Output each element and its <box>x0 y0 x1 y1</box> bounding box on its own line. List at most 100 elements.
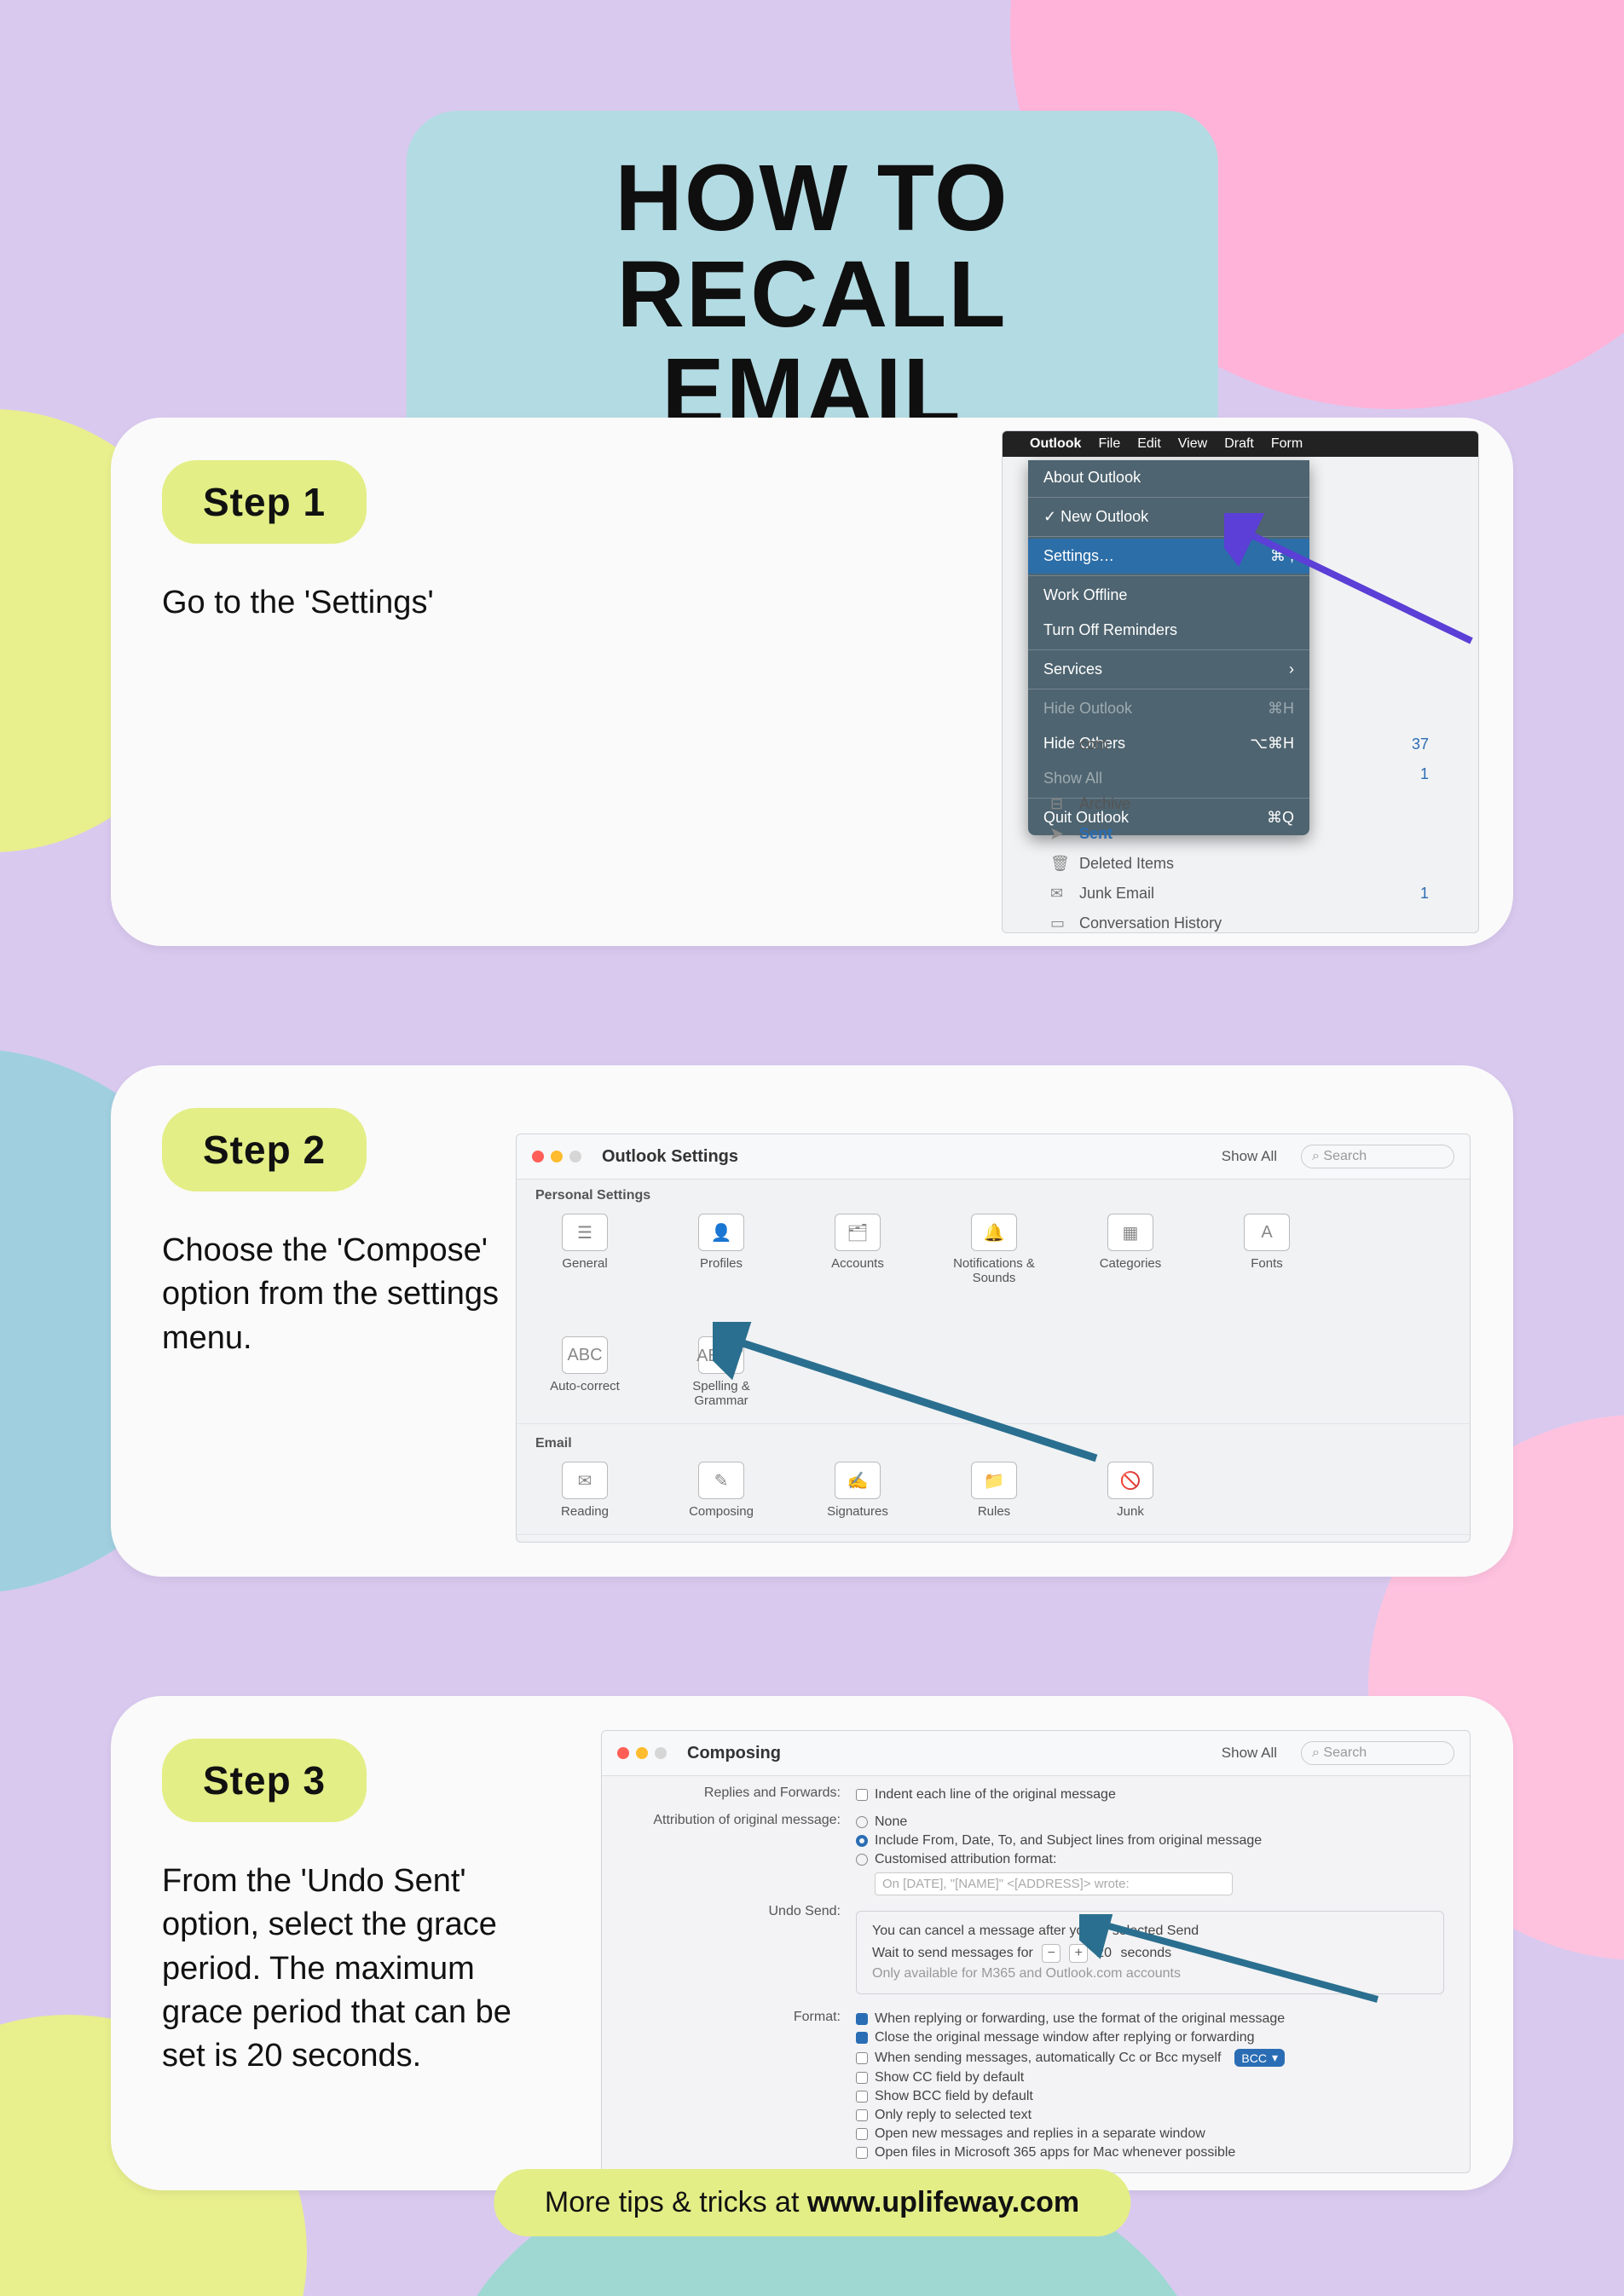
menubar-file[interactable]: File <box>1098 436 1120 452</box>
close-icon[interactable] <box>617 1747 629 1759</box>
undo-send-box: You can cancel a message after you've se… <box>856 1911 1444 1994</box>
tile-notifications[interactable]: 🔔Notifications & Sounds <box>951 1214 1037 1285</box>
tile-junk[interactable]: 🚫Junk <box>1088 1462 1173 1519</box>
fonts-icon: A <box>1244 1214 1290 1251</box>
menubar-app[interactable]: Outlook <box>1030 436 1081 452</box>
step-badge-1: Step 1 <box>162 460 367 544</box>
mac-menubar: Outlook File Edit View Draft Form <box>1003 431 1478 457</box>
tile-spelling[interactable]: ABC✓Spelling & Grammar <box>679 1336 764 1408</box>
menu-services[interactable]: Services› <box>1028 652 1309 687</box>
checkbox-label: Close the original message window after … <box>875 2030 1255 2045</box>
outlook-sidebar: com37 1 ⊟Archive ➤ Sent 🗑Deleted Items ✉J… <box>1028 730 1437 933</box>
tile-rules[interactable]: 📁Rules <box>951 1462 1037 1519</box>
checkbox-open-m365[interactable]: Open files in Microsoft 365 apps for Mac… <box>856 2143 1444 2162</box>
bell-icon: 🔔 <box>971 1214 1017 1251</box>
checkbox-label: Only reply to selected text <box>875 2108 1032 2123</box>
window-title: Composing <box>687 1744 781 1763</box>
sidebar-row[interactable]: 1 <box>1028 759 1437 789</box>
menu-separator <box>1028 536 1309 537</box>
radio-none[interactable]: None <box>856 1813 1444 1832</box>
menu-new-outlook[interactable]: ✓ New Outlook <box>1028 499 1309 534</box>
checkbox-auto-cc-bcc[interactable]: When sending messages, automatically Cc … <box>856 2047 1444 2068</box>
send-icon: ➤ <box>1050 825 1063 843</box>
undo-seconds-stepper[interactable]: − + 20 <box>1042 1944 1112 1963</box>
checkbox-show-bcc[interactable]: Show BCC field by default <box>856 2087 1444 2106</box>
step-badge-3: Step 3 <box>162 1739 367 1822</box>
tile-label: Reading <box>542 1504 627 1519</box>
show-all-button[interactable]: Show All <box>1222 1745 1277 1762</box>
tile-fonts[interactable]: AFonts <box>1224 1214 1309 1285</box>
checkbox-show-cc[interactable]: Show CC field by default <box>856 2068 1444 2087</box>
radio-label: None <box>875 1814 907 1830</box>
search-placeholder: Search <box>1323 1149 1367 1164</box>
radio-icon <box>856 1816 868 1828</box>
search-input[interactable]: ⌕ Search <box>1301 1741 1454 1765</box>
tile-autocorrect[interactable]: ABCAuto-correct <box>542 1336 627 1408</box>
tile-profiles[interactable]: 👤Profiles <box>679 1214 764 1285</box>
step-card-1: Step 1 Go to the 'Settings' Outlook File… <box>111 418 1513 946</box>
reading-icon: ✉ <box>562 1462 608 1499</box>
stepper-minus-button[interactable]: − <box>1042 1944 1061 1963</box>
tile-general[interactable]: ☰General <box>542 1214 627 1285</box>
checkbox-open-separate[interactable]: Open new messages and replies in a separ… <box>856 2125 1444 2143</box>
chevron-right-icon: › <box>1289 661 1294 678</box>
traffic-lights <box>532 1151 581 1162</box>
menubar-edit[interactable]: Edit <box>1137 436 1161 452</box>
tile-categories[interactable]: ▦Categories <box>1088 1214 1173 1285</box>
sidebar-conv-label: Conversation History <box>1079 914 1222 932</box>
checkbox-reply-selected[interactable]: Only reply to selected text <box>856 2106 1444 2125</box>
footer-url[interactable]: www.uplifeway.com <box>807 2186 1079 2218</box>
minimize-icon[interactable] <box>551 1151 563 1162</box>
tile-signatures[interactable]: ✍Signatures <box>815 1462 900 1519</box>
menubar-draft[interactable]: Draft <box>1224 436 1254 452</box>
custom-attribution-field[interactable]: On [DATE], "[NAME]" <[ADDRESS]> wrote: <box>875 1872 1233 1895</box>
menu-hide-outlook: Hide Outlook⌘H <box>1028 691 1309 726</box>
footer: More tips & tricks at www.uplifeway.com <box>494 2169 1130 2236</box>
step-card-2: Step 2 Choose the 'Compose' option from … <box>111 1065 1513 1577</box>
tile-composing[interactable]: ✎Composing <box>679 1462 764 1519</box>
menu-work-offline[interactable]: Work Offline <box>1028 578 1309 613</box>
show-all-button[interactable]: Show All <box>1222 1148 1277 1165</box>
checkbox-close-original[interactable]: Close the original message window after … <box>856 2028 1444 2047</box>
radio-custom[interactable]: Customised attribution format: <box>856 1850 1444 1869</box>
trash-icon: 🗑 <box>1050 855 1070 873</box>
sidebar-account-row[interactable]: com37 <box>1028 730 1437 759</box>
search-input[interactable]: ⌕ Search <box>1301 1145 1454 1168</box>
checkbox-label: Open files in Microsoft 365 apps for Mac… <box>875 2145 1235 2160</box>
sidebar-deleted[interactable]: 🗑Deleted Items <box>1028 849 1437 879</box>
bcc-select[interactable]: BCC ▾ <box>1234 2049 1285 2067</box>
menubar-view[interactable]: View <box>1178 436 1207 452</box>
minimize-icon[interactable] <box>636 1747 648 1759</box>
menu-settings[interactable]: Settings…⌘ , <box>1028 539 1309 574</box>
bcc-select-label: BCC <box>1241 2051 1267 2065</box>
tile-accounts[interactable]: 🗂Accounts <box>815 1214 900 1285</box>
radio-include[interactable]: Include From, Date, To, and Subject line… <box>856 1832 1444 1850</box>
step-card-3: Step 3 From the 'Undo Sent' option, sele… <box>111 1696 1513 2190</box>
menu-separator <box>1028 497 1309 498</box>
menu-about[interactable]: About Outlook <box>1028 460 1309 495</box>
composing-icon: ✎ <box>698 1462 744 1499</box>
checkbox-indent[interactable]: Indent each line of the original message <box>856 1785 1444 1804</box>
checkbox-label: When sending messages, automatically Cc … <box>875 2051 1221 2066</box>
stepper-plus-button[interactable]: + <box>1069 1944 1088 1963</box>
menubar-format[interactable]: Form <box>1271 436 1303 452</box>
label-format: Format: <box>627 2010 841 2025</box>
sidebar-junk[interactable]: ✉Junk Email1 <box>1028 879 1437 909</box>
sidebar-conversation-history[interactable]: ▭Conversation History <box>1028 909 1437 933</box>
zoom-icon[interactable] <box>655 1747 667 1759</box>
tile-label: Categories <box>1088 1256 1173 1271</box>
footer-pre: More tips & tricks at <box>545 2186 807 2218</box>
undo-wait-post: seconds <box>1121 1946 1172 1960</box>
signatures-icon: ✍ <box>835 1462 881 1499</box>
profiles-icon: 👤 <box>698 1214 744 1251</box>
checkbox-format-reply-format[interactable]: When replying or forwarding, use the for… <box>856 2010 1444 2028</box>
sidebar-sent[interactable]: ➤ Sent <box>1028 819 1437 849</box>
zoom-icon[interactable] <box>569 1151 581 1162</box>
radio-icon <box>856 1854 868 1866</box>
tile-reading[interactable]: ✉ Reading <box>542 1462 627 1519</box>
sidebar-sent-label: Sent <box>1079 825 1113 843</box>
close-icon[interactable] <box>532 1151 544 1162</box>
sidebar-archive[interactable]: ⊟Archive <box>1028 789 1437 819</box>
menu-turn-off-reminders[interactable]: Turn Off Reminders <box>1028 613 1309 648</box>
tile-label: General <box>542 1256 627 1271</box>
